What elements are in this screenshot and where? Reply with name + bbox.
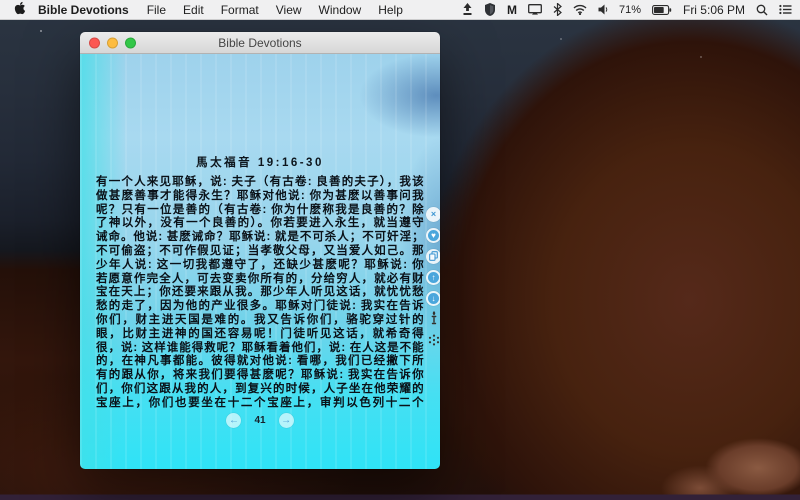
menu-window[interactable]: Window xyxy=(319,3,362,17)
passage-text-line: 你们，财主进天国是难的。我又告诉你们，骆驼穿过针的 xyxy=(96,313,424,326)
passage-text-line: 做甚麽善事才能得永生？耶稣对他说: 你为甚麽以善事问我 xyxy=(96,189,424,202)
window-content: 馬太福音 19:16-30 有一个人来见耶稣，说: 夫子（有古卷: 良善的夫子）… xyxy=(80,54,440,469)
passage-text-line: 们，你们这跟从我的人，到复兴的时候，人子坐在他荣耀的 xyxy=(96,382,424,395)
arrow-right-icon: → xyxy=(281,414,292,426)
passage-text-line: 宝座上，你们也要坐在十二个宝座上，审判以色列十二个 xyxy=(96,396,424,409)
passage-body: 有一个人来见耶稣，说: 夫子（有古卷: 良善的夫子），我该 做甚麽善事才能得永生？… xyxy=(96,176,424,411)
window-title-bar[interactable]: Bible Devotions xyxy=(80,32,440,54)
menu-bar-left: Bible Devotions File Edit Format View Wi… xyxy=(8,1,420,18)
scroll-down-button[interactable]: ↓ xyxy=(426,291,440,306)
dots-cluster-icon xyxy=(428,333,440,351)
menu-view[interactable]: View xyxy=(276,3,302,17)
menu-bar-status: M 71% Fri 5:06 PM xyxy=(462,3,792,17)
apple-menu[interactable] xyxy=(14,1,26,18)
heart-icon: ♥ xyxy=(428,230,439,241)
passage-text-line: 少年人说: 这一切我都遵守了，还缺少甚麽呢？耶稣说: 你 xyxy=(96,258,424,271)
up-arrow-bar-icon[interactable] xyxy=(462,3,473,16)
battery-icon[interactable] xyxy=(652,4,672,15)
spotlight-search-icon[interactable] xyxy=(756,4,768,16)
passage-text-line: 的，在神凡事都能。彼得就对他说: 看哪，我们已经撇下所 xyxy=(96,355,424,368)
side-button-stack: × ♥ ↑ ↓ xyxy=(426,207,440,350)
close-window-button[interactable] xyxy=(89,37,100,48)
malwarebytes-m-icon[interactable]: M xyxy=(507,3,517,17)
arrow-down-icon: ↓ xyxy=(428,293,439,304)
zoom-window-button[interactable] xyxy=(125,37,136,48)
dots-cluster-button[interactable] xyxy=(426,334,440,350)
passage-text-line: 诫命。他说: 甚麽诫命？耶稣说: 就是不可杀人；不可奸淫； xyxy=(96,231,424,244)
passage-text-line: 了神以外，没有一个良善的）。你若要进入永生，就当遵守 xyxy=(96,217,424,230)
passage-text-line: 有一个人来见耶稣，说: 夫子（有古卷: 良善的夫子），我该 xyxy=(96,176,424,188)
notification-list-icon[interactable] xyxy=(779,4,792,15)
page-number: 41 xyxy=(254,415,266,426)
passage-text-line: 不可偷盗；不可作假见证；当孝敬父母，又当爱人如己。那 xyxy=(96,244,424,257)
window-title: Bible Devotions xyxy=(218,35,302,50)
torch-button[interactable] xyxy=(426,310,440,330)
arrow-left-icon: ← xyxy=(228,414,239,426)
menu-app-name[interactable]: Bible Devotions xyxy=(38,3,129,17)
close-x-button[interactable]: × xyxy=(426,207,440,222)
traffic-lights xyxy=(89,37,136,48)
arrow-up-icon: ↑ xyxy=(428,272,439,283)
passage-text-line: 眼，比财主进神的国还容易呢！门徒听见这话，就希奇得 xyxy=(96,327,424,340)
menu-format[interactable]: Format xyxy=(221,3,259,17)
torch-icon xyxy=(429,310,439,330)
passage-text-line: 有的跟从你，将来我们要得甚麽呢？耶稣说: 我实在告诉你 xyxy=(96,369,424,382)
shield-icon[interactable] xyxy=(484,3,496,16)
passage-text-line: 愁的走了，因为他的产业很多。耶稣对门徒说: 我实在告诉 xyxy=(96,300,424,313)
menu-help[interactable]: Help xyxy=(378,3,403,17)
previous-page-button[interactable]: ← xyxy=(226,413,242,428)
scroll-up-button[interactable]: ↑ xyxy=(426,270,440,285)
desktop: Bible Devotions File Edit Format View Wi… xyxy=(0,0,800,500)
wifi-icon[interactable] xyxy=(573,4,587,15)
passage-heading: 馬太福音 19:16-30 xyxy=(196,157,324,169)
passage-text-line: 很，说: 这样谁能得救呢？耶稣看着他们，说: 在人这是不能 xyxy=(96,341,424,354)
stars-decoration xyxy=(40,30,42,32)
next-page-button[interactable]: → xyxy=(278,413,294,428)
display-mirroring-icon[interactable] xyxy=(528,4,542,15)
copy-button[interactable] xyxy=(426,249,440,264)
menu-edit[interactable]: Edit xyxy=(183,3,204,17)
page-navigation: ← 41 → xyxy=(80,413,440,428)
menu-file[interactable]: File xyxy=(147,3,166,17)
apple-logo-icon xyxy=(14,1,26,18)
passage-text-line: 宝在天上；你还要来跟从我。那少年人听见这话，就忧忧愁 xyxy=(96,286,424,299)
minimize-window-button[interactable] xyxy=(107,37,118,48)
favorite-button[interactable]: ♥ xyxy=(426,228,440,243)
passage-text-line: 呢？只有一位是善的（有古卷: 你为什麽称我是良善的？除 xyxy=(96,203,424,216)
battery-percent-label: 71% xyxy=(618,3,641,16)
menu-bar: Bible Devotions File Edit Format View Wi… xyxy=(0,0,800,20)
copy-icon xyxy=(429,250,438,263)
bluetooth-icon[interactable] xyxy=(553,3,562,16)
volume-icon[interactable] xyxy=(598,4,608,15)
bible-devotions-window: Bible Devotions 馬太福音 19:16-30 有一个人来见耶稣，说… xyxy=(80,32,440,469)
close-x-icon: × xyxy=(430,209,437,219)
passage-text-line: 若愿意作完全人，可去变卖你所有的，分给穷人，就必有财 xyxy=(96,272,424,285)
menu-clock[interactable]: Fri 5:06 PM xyxy=(683,3,745,17)
